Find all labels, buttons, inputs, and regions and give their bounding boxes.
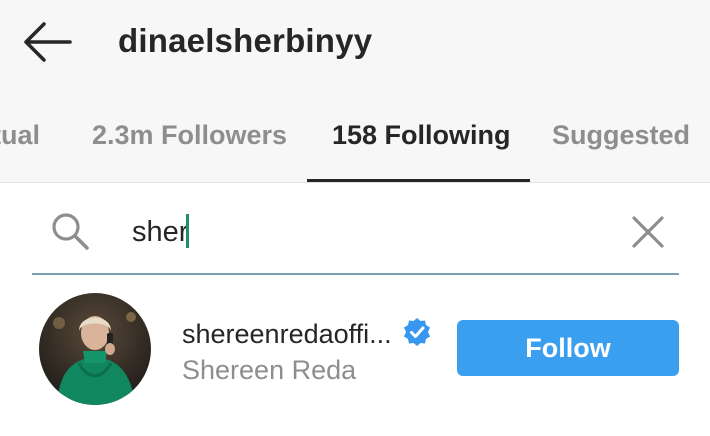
search-input[interactable] [132,210,602,254]
follow-button[interactable]: Follow [457,320,679,376]
avatar[interactable] [39,293,151,405]
arrow-left-icon [24,22,72,62]
tab-following[interactable]: 158 Following [332,120,511,151]
tab-bar: tual 2.3m Followers 158 Following Sugges… [0,100,710,183]
search-underline [32,273,679,275]
result-username: shereenredaoffi... [182,319,392,349]
list-item[interactable]: shereenredaoffi... Shereen Reda Follow [0,285,710,436]
result-full-name: Shereen Reda [182,355,357,385]
clear-search-button[interactable] [626,210,670,254]
header-divider [0,182,710,183]
tab-mutual[interactable]: tual [0,120,40,151]
app-header: dinaelsherbinyy tual 2.3m Followers 158 … [0,0,710,183]
back-button[interactable] [20,20,74,64]
tab-suggested[interactable]: Suggested [552,120,690,151]
text-cursor [186,214,189,248]
page-title: dinaelsherbinyy [118,22,373,59]
verified-badge-icon [402,317,432,347]
tab-followers[interactable]: 2.3m Followers [92,120,287,151]
close-icon [632,216,664,248]
search-icon [50,211,90,251]
